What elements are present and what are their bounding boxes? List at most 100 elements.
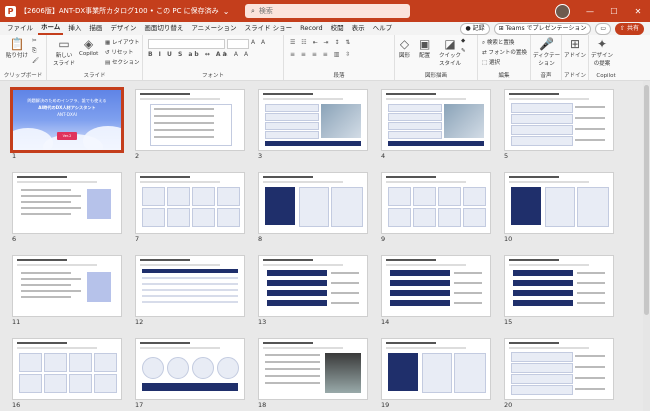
table-header: [142, 269, 238, 273]
grid-card: [413, 208, 436, 227]
minimize-button[interactable]: —: [578, 7, 602, 16]
slide-thumbnail[interactable]: [258, 338, 368, 400]
layout-button[interactable]: ▦ レイアウト: [105, 38, 139, 46]
slide-thumbnail[interactable]: [135, 172, 245, 234]
slide-heading: [509, 259, 559, 261]
font-color-icon[interactable]: ✎ A A: [223, 51, 250, 58]
arrange-button[interactable]: ▣ 配置: [419, 37, 430, 59]
record-button[interactable]: ● 記録: [460, 23, 490, 35]
slide-subtitle-bar: [509, 264, 589, 266]
comments-button[interactable]: ▭: [595, 23, 612, 35]
slide-thumbnail[interactable]: [504, 255, 614, 317]
slide-heading: [386, 176, 436, 178]
tab-view[interactable]: 表示: [349, 22, 368, 35]
tab-draw[interactable]: 描画: [86, 22, 105, 35]
shape-fill-icon[interactable]: ◆: [461, 38, 465, 44]
slide-thumbnail[interactable]: [381, 255, 491, 317]
slide-thumbnail[interactable]: [504, 89, 614, 151]
search-box[interactable]: ⌕: [245, 4, 410, 18]
shapes-icon: ◇: [399, 37, 410, 51]
font-format-icon[interactable]: B I U S ab ↔ Aa: [148, 51, 229, 58]
list-line: [575, 128, 605, 130]
reset-button[interactable]: ↺ リセット: [105, 48, 133, 56]
slide-thumbnail[interactable]: [258, 172, 368, 234]
shape-outline-icon[interactable]: ✎: [461, 48, 466, 54]
tab-record[interactable]: Record: [297, 22, 325, 35]
grid-card: [413, 187, 436, 206]
paste-button[interactable]: 📋 貼り付け: [6, 37, 28, 59]
tab-transitions[interactable]: 画面切り替え: [141, 22, 186, 35]
chevron-down-icon[interactable]: ⌄: [223, 7, 230, 16]
tab-animations[interactable]: アニメーション: [188, 22, 239, 35]
format-painter-icon[interactable]: 🖌: [32, 58, 39, 64]
tab-review[interactable]: 校閲: [328, 22, 347, 35]
slide-subtitle-bar: [17, 347, 97, 349]
section-button[interactable]: ▤ セクション: [105, 58, 139, 66]
editing-group-label: 編集: [498, 73, 510, 79]
maximize-button[interactable]: ☐: [602, 7, 626, 16]
slide-subtitle-bar: [386, 347, 466, 349]
diagram-panel: [265, 187, 295, 225]
close-button[interactable]: ✕: [626, 7, 650, 16]
tab-file[interactable]: ファイル: [4, 22, 36, 35]
text-box: [265, 113, 319, 121]
vertical-scrollbar[interactable]: [643, 81, 650, 411]
slide-thumbnail[interactable]: [12, 172, 122, 234]
quick-styles-button[interactable]: ◪ クイック スタイル: [439, 37, 461, 67]
dictate-button[interactable]: 🎤 ディクテー ション: [533, 37, 560, 67]
copilot-icon: ◈: [84, 37, 94, 51]
slide-thumbnail[interactable]: [381, 89, 491, 151]
font-family-select[interactable]: [148, 39, 225, 49]
tab-home[interactable]: ホーム: [38, 22, 64, 35]
flow-note: [577, 292, 605, 294]
find-button[interactable]: ⌕ 検索と置換: [482, 38, 514, 47]
text-line: [21, 195, 81, 197]
tab-slideshow[interactable]: スライド ショー: [242, 22, 296, 35]
tab-design[interactable]: デザイン: [107, 22, 139, 35]
font-size-select[interactable]: [227, 39, 249, 49]
slide-heading: [386, 342, 436, 344]
copy-icon[interactable]: ⎘: [32, 48, 36, 55]
font-size-adjust-icon[interactable]: A A: [251, 39, 267, 46]
new-slide-button[interactable]: ▭ 新しい スライド: [53, 37, 75, 67]
align-icon[interactable]: ≡ ≡ ≡ ≡ ▥ ⇳: [290, 51, 352, 58]
scrollbar-thumb[interactable]: [644, 85, 649, 315]
flow-step: [390, 270, 450, 276]
editing-group: ⌕ 検索と置換 ⇄ フォントの置換 ⬚ 選択 編集: [478, 35, 531, 80]
slide-number: 10: [504, 235, 513, 243]
agenda-line: [154, 129, 214, 131]
select-button[interactable]: ⬚ 選択: [482, 58, 500, 66]
slide-thumbnail[interactable]: [504, 172, 614, 234]
addins-button[interactable]: ⊞ アドイン: [564, 37, 586, 59]
slide-thumbnail[interactable]: [135, 338, 245, 400]
copilot-reuse-button[interactable]: ◈ Copilot: [79, 37, 98, 57]
copilot-group: ✦ デザイン の提案 Copilot: [589, 35, 623, 80]
slide-heading: [140, 259, 190, 261]
list-line: [575, 139, 605, 141]
replace-button[interactable]: ⇄ フォントの置換: [482, 48, 527, 56]
slide-thumbnail[interactable]: [381, 338, 491, 400]
slide-thumbnail[interactable]: 問題解決のためのインフラ、誰でも使える AI時代のDX人材アシスタント ANT-DX…: [10, 87, 124, 153]
text-line: [21, 213, 71, 215]
tab-help[interactable]: ヘルプ: [370, 22, 396, 35]
shapes-button[interactable]: ◇ 図形: [399, 37, 410, 59]
slide-thumbnail[interactable]: [504, 338, 614, 400]
slide-thumbnail[interactable]: [258, 89, 368, 151]
teams-present-button[interactable]: ⊞ Teams でプレゼンテーション: [493, 23, 592, 35]
slide-thumbnail[interactable]: [135, 255, 245, 317]
slide-thumbnail[interactable]: [258, 255, 368, 317]
designer-button[interactable]: ✦ デザイン の提案: [591, 37, 613, 67]
tab-insert[interactable]: 挿入: [65, 22, 84, 35]
cut-icon[interactable]: ✂: [32, 38, 37, 44]
share-button[interactable]: ⇧ 共有: [615, 23, 644, 35]
slide-thumbnail[interactable]: [12, 255, 122, 317]
slide-thumbnail[interactable]: [12, 338, 122, 400]
search-input[interactable]: [254, 7, 393, 15]
list-icon[interactable]: ☰ ☷ ⇤ ⇥ ↕ ⇅: [290, 39, 352, 46]
slide-thumbnail[interactable]: [135, 89, 245, 151]
slide-heading: [263, 176, 313, 178]
slide-thumbnail[interactable]: [381, 172, 491, 234]
list-box: [511, 374, 573, 384]
avatar[interactable]: [555, 3, 570, 19]
slide-number: 14: [381, 318, 390, 326]
